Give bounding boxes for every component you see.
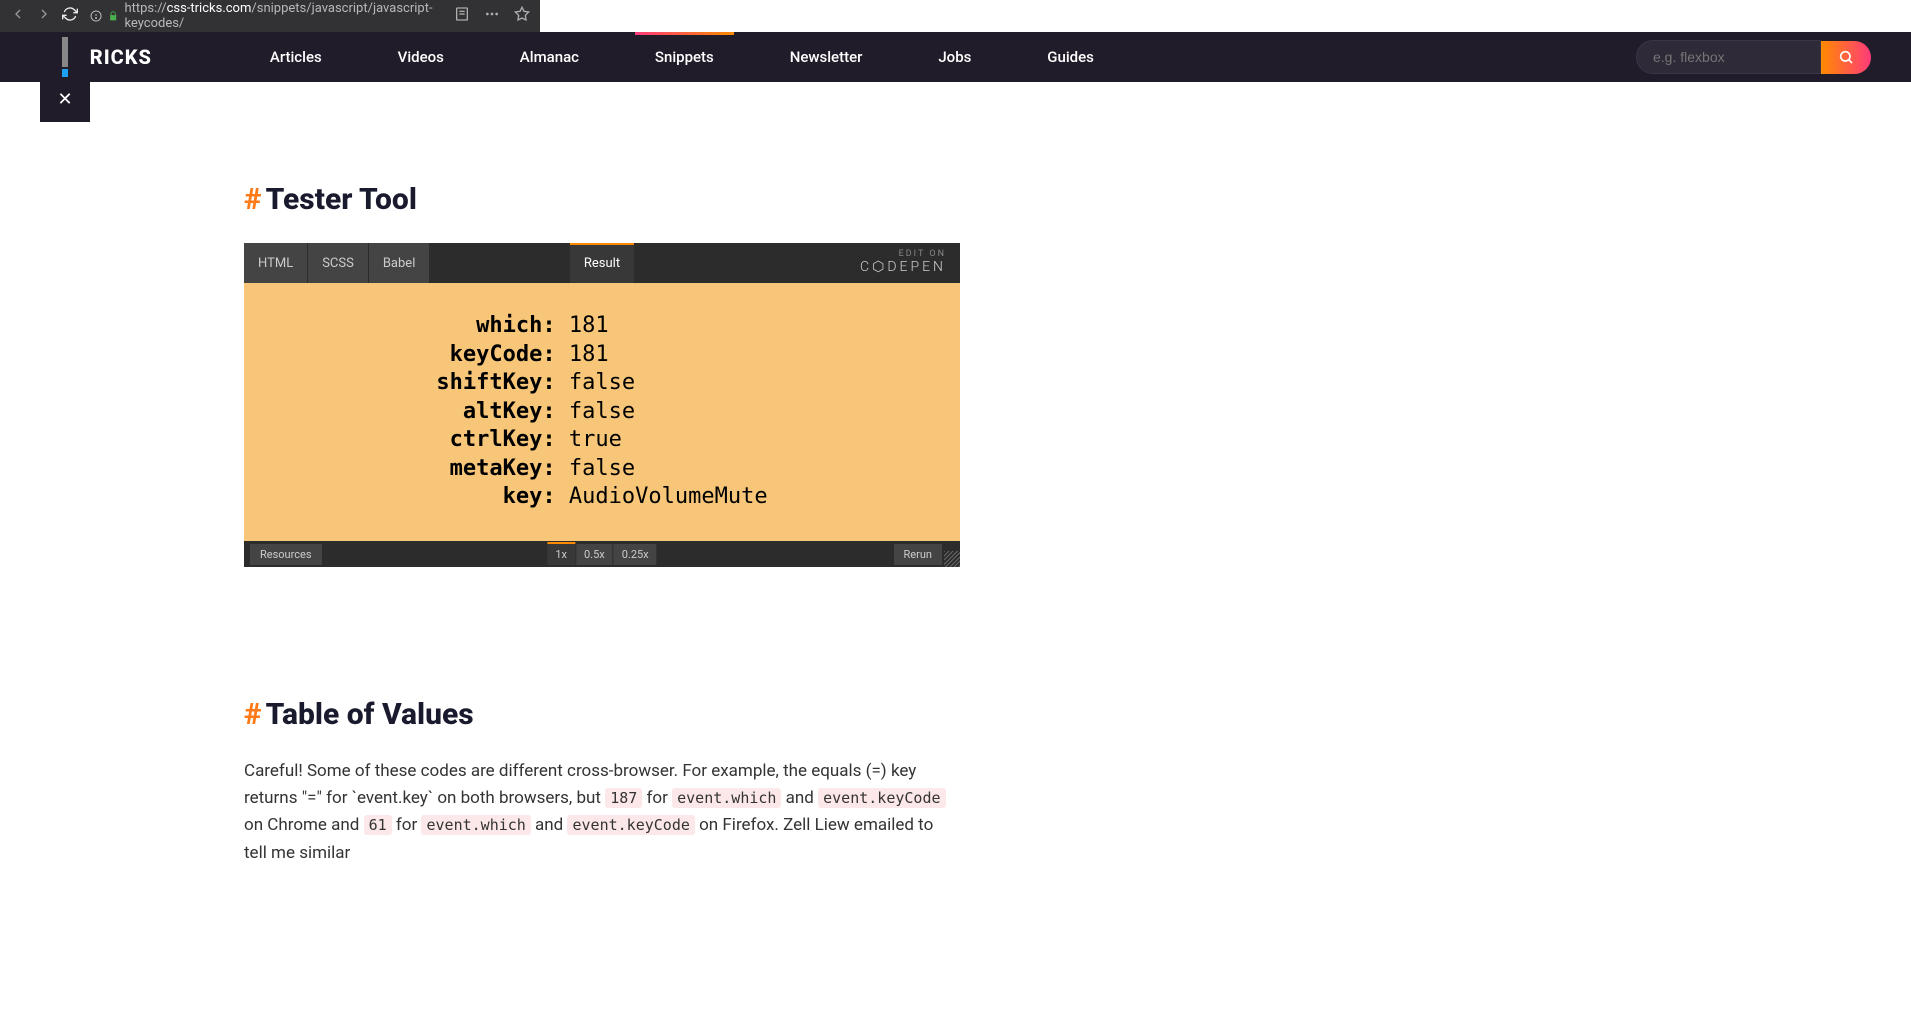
hash-icon[interactable]: # [244, 697, 262, 732]
inline-code: 187 [605, 788, 642, 808]
output-which: which: 181 [436, 312, 767, 341]
nav-articles[interactable]: Articles [250, 32, 342, 82]
tab-result[interactable]: Result [570, 243, 634, 283]
tab-babel[interactable]: Babel [368, 243, 430, 283]
lock-icon [108, 10, 118, 22]
share-bar [62, 37, 68, 67]
inline-code: event.keyCode [818, 788, 945, 808]
heading-tester: #Tester Tool [244, 182, 960, 218]
inline-code: 61 [364, 815, 392, 835]
hash-icon[interactable]: # [244, 182, 262, 217]
output-altKey: altKey: false [436, 398, 767, 427]
zoom-0.5x[interactable]: 0.5x [575, 544, 613, 565]
heading-text: Table of Values [266, 697, 474, 732]
output-metaKey: metaKey: false [436, 455, 767, 484]
bookmark-icon[interactable] [514, 6, 530, 26]
url-domain: css-tricks.com [167, 1, 252, 16]
output-shiftKey: shiftKey: false [436, 369, 767, 398]
heading-table: #Table of Values [244, 697, 960, 733]
forward-icon[interactable] [36, 6, 52, 26]
browser-toolbar: https://css-tricks.com/snippets/javascri… [0, 0, 540, 32]
inline-code: event.which [421, 815, 530, 835]
nav-almanac[interactable]: Almanac [500, 32, 599, 82]
reload-icon[interactable] [62, 6, 78, 26]
close-icon[interactable]: ✕ [45, 77, 84, 122]
main-nav: Articles Videos Almanac Snippets Newsletter J… [232, 32, 1132, 82]
url-protocol: https:// [124, 1, 166, 16]
inline-code: event.which [672, 788, 781, 808]
nav-snippets[interactable]: Snippets [635, 32, 734, 82]
more-icon[interactable] [484, 6, 500, 26]
url-bar[interactable]: https://css-tricks.com/snippets/javascri… [90, 1, 442, 31]
codepen-logo: C⬡DEPEN [860, 259, 946, 275]
edit-label: EDIT ON [860, 249, 946, 259]
resize-handle-icon[interactable] [944, 551, 960, 567]
zoom-0.25x[interactable]: 0.25x [613, 544, 657, 565]
body-paragraph: Careful! Some of these codes are differe… [244, 758, 960, 867]
output-ctrlKey: ctrlKey: true [436, 426, 767, 455]
social-floater: ✕ [40, 32, 90, 122]
nav-videos[interactable]: Videos [378, 32, 464, 82]
codepen-result-pane[interactable]: which: 181 keyCode: 181shiftKey: false a… [244, 283, 960, 541]
nav-guides[interactable]: Guides [1027, 32, 1114, 82]
nav-jobs[interactable]: Jobs [918, 32, 991, 82]
tab-scss[interactable]: SCSS [307, 243, 368, 283]
site-header: SS-TRICKS ArticlesVideosAlmanacSnippetsN… [0, 32, 1911, 82]
zoom-1x[interactable]: 1x [547, 544, 575, 565]
rerun-button[interactable]: Rerun [894, 544, 942, 565]
info-icon [90, 9, 102, 23]
codepen-embed: HTMLSCSSBabel Result EDIT ON C⬡DEPEN whi… [244, 243, 960, 567]
search-button[interactable] [1821, 41, 1871, 74]
resources-button[interactable]: Resources [250, 544, 322, 565]
search-input[interactable] [1636, 40, 1821, 74]
share-bar-accent [62, 69, 68, 77]
output-keyCode: keyCode: 181 [436, 341, 767, 370]
heading-text: Tester Tool [266, 182, 417, 217]
nav-newsletter[interactable]: Newsletter [770, 32, 883, 82]
tab-html[interactable]: HTML [244, 243, 307, 283]
output-key: key: AudioVolumeMute [436, 483, 767, 512]
inline-code: event.keyCode [567, 815, 694, 835]
edit-on-codepen[interactable]: EDIT ON C⬡DEPEN [846, 243, 960, 283]
reader-icon[interactable] [454, 6, 470, 26]
back-icon[interactable] [10, 6, 26, 26]
search-icon [1838, 49, 1854, 65]
